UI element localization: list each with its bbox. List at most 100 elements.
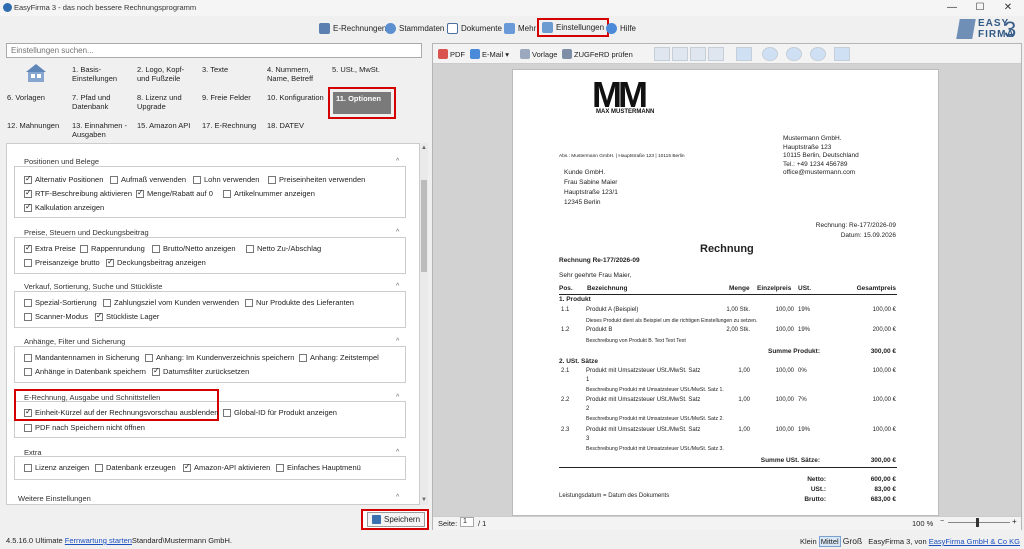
cb-einheit-kuerzel[interactable]: Einheit-Kürzel auf der Rechnungsvorschau… bbox=[24, 407, 218, 417]
company-link[interactable]: EasyFirma GmbH & Co KG bbox=[929, 537, 1020, 546]
cb-aufmass[interactable]: Aufmaß verwenden bbox=[110, 175, 186, 184]
cat-texte[interactable]: 3. Texte bbox=[202, 65, 228, 74]
home-icon[interactable] bbox=[25, 63, 47, 83]
cb-amazon-api[interactable]: Amazon-API aktivieren bbox=[183, 462, 270, 472]
next-page-icon[interactable] bbox=[690, 47, 706, 61]
remote-support-link[interactable]: Fernwartung starten bbox=[65, 536, 132, 545]
collapse-icon[interactable]: ^ bbox=[396, 494, 399, 501]
cb-spezial-sortierung[interactable]: Spezial-Sortierung bbox=[24, 298, 97, 307]
cb-zahlungsziel[interactable]: Zahlungsziel vom Kunden verwenden bbox=[103, 298, 239, 307]
cat-logo[interactable]: 2. Logo, Kopf- und Fußzeile bbox=[137, 65, 184, 83]
cat-lizenz[interactable]: 8. Lizenz und Upgrade bbox=[137, 93, 182, 111]
cat-freie-felder[interactable]: 9. Freie Felder bbox=[202, 93, 251, 102]
cb-lizenz-anzeigen[interactable]: Lizenz anzeigen bbox=[24, 463, 89, 472]
menu-erechnungen[interactable]: E-Rechnungen bbox=[319, 20, 386, 36]
cb-netto-zuschlag[interactable]: Netto Zu-/Abschlag bbox=[246, 244, 321, 253]
cb-brutto-netto[interactable]: Brutto/Netto anzeigen bbox=[152, 244, 236, 253]
cat-datev[interactable]: 18. DATEV bbox=[267, 121, 304, 130]
cat-vorlagen[interactable]: 6. Vorlagen bbox=[7, 93, 45, 102]
print-icon[interactable] bbox=[834, 47, 850, 61]
cb-kalkulation[interactable]: Kalkulation anzeigen bbox=[24, 202, 104, 212]
cb-alternativ-positionen[interactable]: Alternativ Positionen bbox=[24, 174, 103, 184]
scrollbar-thumb[interactable] bbox=[421, 180, 427, 272]
cb-pdf-nicht-oeffnen[interactable]: PDF nach Speichern nicht öffnen bbox=[24, 423, 145, 432]
cb-scanner-modus[interactable]: Scanner-Modus bbox=[24, 312, 88, 321]
refresh-icon[interactable] bbox=[736, 47, 752, 61]
email-button[interactable]: E-Mail ▾ bbox=[470, 49, 509, 59]
collapse-icon[interactable]: ^ bbox=[396, 158, 399, 165]
cat-einnahmen[interactable]: 13. Einnahmen - Ausgaben bbox=[72, 121, 127, 139]
cat-optionen[interactable]: 11. Optionen bbox=[333, 92, 391, 114]
zoom-plus-icon[interactable]: + bbox=[1012, 517, 1017, 526]
group-weitere-title[interactable]: Weitere Einstellungen bbox=[18, 494, 91, 503]
collapse-icon[interactable]: ^ bbox=[396, 338, 399, 345]
collapse-icon[interactable]: ^ bbox=[396, 449, 399, 456]
cat-pfad[interactable]: 7. Pfad und Datenbank bbox=[72, 93, 110, 111]
status-bar: 4.5.16.0 Ultimate Fernwartung startenSta… bbox=[6, 536, 232, 545]
cb-stueckliste-lager[interactable]: Stückliste Lager bbox=[95, 311, 159, 321]
cat-mahnungen[interactable]: 12. Mahnungen bbox=[7, 121, 59, 130]
cb-artikelnummer[interactable]: Artikelnummer anzeigen bbox=[223, 189, 315, 198]
cat-konfiguration[interactable]: 10. Konfiguration bbox=[267, 93, 324, 102]
menu-einstellungen[interactable]: Einstellungen bbox=[537, 18, 610, 37]
cb-menge-rabatt[interactable]: Menge/Rabatt auf 0 bbox=[136, 188, 213, 198]
cat-amazon[interactable]: 15. Amazon API bbox=[137, 121, 190, 130]
cb-einfaches-hauptmenue[interactable]: Einfaches Hauptmenü bbox=[276, 463, 361, 472]
scroll-up-icon[interactable]: ▲ bbox=[421, 145, 427, 151]
cat-erechnung[interactable]: 17. E-Rechnung bbox=[202, 121, 256, 130]
save-button[interactable]: Speichern bbox=[361, 509, 429, 530]
cat-nummern[interactable]: 4. Nummern, Name, Betreff bbox=[267, 65, 313, 83]
item-qty: 1,00 bbox=[738, 397, 750, 403]
menu-mehr[interactable]: Mehr bbox=[504, 20, 536, 36]
page-input[interactable]: 1 bbox=[460, 517, 474, 527]
settings-search-input[interactable] bbox=[6, 43, 422, 58]
group-title: Positionen und Belege bbox=[24, 157, 100, 166]
size-large[interactable]: Groß bbox=[843, 536, 862, 546]
collapse-icon[interactable]: ^ bbox=[396, 229, 399, 236]
pdf-button[interactable]: PDF bbox=[438, 49, 465, 59]
zoom-slider-thumb[interactable] bbox=[976, 518, 979, 527]
last-page-icon[interactable] bbox=[708, 47, 724, 61]
close-button[interactable]: ✕ bbox=[996, 1, 1020, 15]
zoom-out-icon[interactable] bbox=[786, 47, 802, 61]
first-page-icon[interactable] bbox=[654, 47, 670, 61]
zoom-in-icon[interactable] bbox=[762, 47, 778, 61]
cb-datumsfilter[interactable]: Datumsfilter zurücksetzen bbox=[152, 366, 249, 376]
group-verkauf bbox=[14, 291, 406, 328]
cb-mandantennamen[interactable]: Mandantennamen in Sicherung bbox=[24, 353, 139, 362]
cb-anhaenge-datenbank[interactable]: Anhänge in Datenbank speichern bbox=[24, 367, 146, 376]
cat-basis[interactable]: 1. Basis- Einstellungen bbox=[72, 65, 117, 83]
cb-global-id[interactable]: Global-ID für Produkt anzeigen bbox=[223, 408, 337, 417]
cb-datenbank-erzeugen[interactable]: Datenbank erzeugen bbox=[95, 463, 176, 472]
zoom-slider[interactable] bbox=[948, 522, 1010, 523]
cb-nur-produkte-lieferant[interactable]: Nur Produkte des Lieferanten bbox=[245, 298, 354, 307]
cb-extra-preise[interactable]: Extra Preise bbox=[24, 243, 76, 253]
cb-deckungsbeitrag[interactable]: Deckungsbeitrag anzeigen bbox=[106, 257, 206, 267]
cat-optionen-highlight[interactable]: 11. Optionen bbox=[328, 87, 396, 119]
minimize-button[interactable]: — bbox=[940, 1, 964, 15]
cb-rtf[interactable]: RTF-Beschreibung aktivieren bbox=[24, 188, 132, 198]
collapse-icon[interactable]: ^ bbox=[396, 283, 399, 290]
cb-anhang-kundenverzeichnis[interactable]: Anhang: Im Kundenverzeichnis speichern bbox=[145, 353, 294, 362]
collapse-icon[interactable]: ^ bbox=[396, 394, 399, 401]
scroll-down-icon[interactable]: ▼ bbox=[421, 497, 427, 503]
zoom-reset-icon[interactable] bbox=[810, 47, 826, 61]
size-small[interactable]: Klein bbox=[800, 537, 817, 546]
cb-preiseinheiten[interactable]: Preiseinheiten verwenden bbox=[268, 175, 365, 184]
cb-anhang-zeitstempel[interactable]: Anhang: Zeitstempel bbox=[299, 353, 379, 362]
template-button[interactable]: Vorlage bbox=[520, 49, 557, 59]
cb-lohn[interactable]: Lohn verwenden bbox=[193, 175, 259, 184]
help-icon bbox=[606, 22, 617, 34]
cb-preisanzeige-brutto[interactable]: Preisanzeige brutto bbox=[24, 258, 100, 267]
maximize-button[interactable]: ☐ bbox=[968, 1, 992, 15]
menu-stammdaten[interactable]: Stammdaten bbox=[385, 20, 444, 36]
prev-page-icon[interactable] bbox=[672, 47, 688, 61]
size-medium[interactable]: Mittel bbox=[818, 536, 841, 547]
cat-ust[interactable]: 5. USt., MwSt. bbox=[332, 65, 380, 74]
zoom-minus-icon[interactable]: − bbox=[940, 518, 944, 525]
item-price: 100,00 bbox=[775, 397, 794, 403]
menu-hilfe[interactable]: Hilfe bbox=[606, 20, 636, 36]
menu-dokumente[interactable]: Dokumente bbox=[447, 20, 502, 36]
zugferd-check-button[interactable]: ZUGFeRD prüfen bbox=[562, 49, 633, 59]
cb-rappenrundung[interactable]: Rappenrundung bbox=[80, 244, 145, 253]
